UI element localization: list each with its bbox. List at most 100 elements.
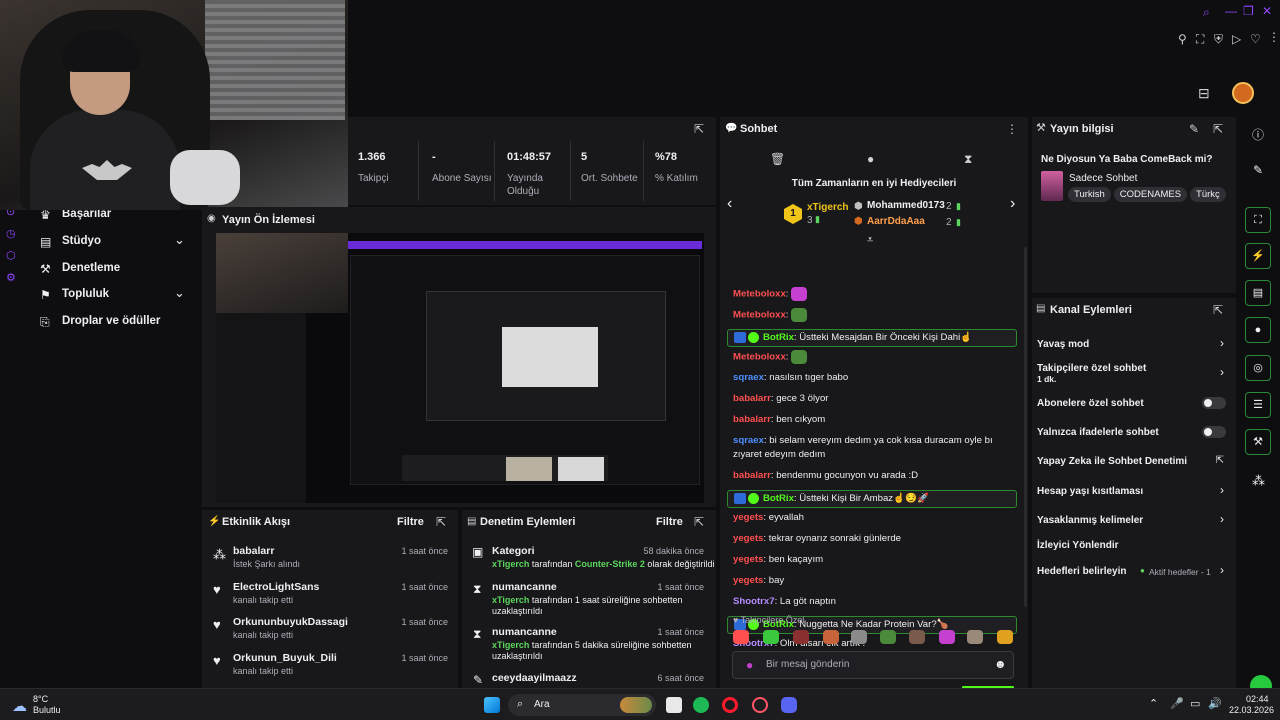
volume-icon[interactable]: 🔊: [1208, 697, 1222, 710]
chat-username[interactable]: babalarr: [733, 470, 771, 481]
chat-username[interactable]: yegets: [733, 575, 763, 586]
emote-icon[interactable]: [823, 630, 839, 644]
tag[interactable]: CODENAMES: [1113, 187, 1188, 202]
more-icon[interactable]: ⋮: [1006, 123, 1018, 135]
tag[interactable]: Türkç: [1190, 187, 1226, 202]
emote-icon[interactable]: [733, 630, 749, 644]
nav-denetleme[interactable]: Denetleme: [62, 262, 120, 274]
rail-puzzle-icon[interactable]: ⬡: [6, 249, 20, 262]
chat-message[interactable]: babalarr: bendenmu gocunyon vu arada :D: [733, 469, 1018, 483]
emote-icon[interactable]: [793, 630, 809, 644]
play-icon[interactable]: ▷: [1232, 33, 1241, 45]
opera-gx-icon[interactable]: [752, 697, 768, 713]
emote-icon[interactable]: [851, 630, 867, 644]
chat-username[interactable]: BotRix: [763, 332, 794, 343]
chevron-down-icon[interactable]: ⌄: [174, 232, 185, 248]
filter-button[interactable]: Filtre: [397, 516, 424, 528]
rail-list-button[interactable]: ☰: [1245, 392, 1271, 418]
mic-icon[interactable]: 🎤: [1170, 697, 1184, 710]
gifter-name[interactable]: AarrDdaAaa: [867, 216, 925, 227]
rail-clock-icon[interactable]: ◷: [6, 227, 20, 240]
chat-username[interactable]: babalarr: [733, 414, 771, 425]
nav-topluluk[interactable]: Topluluk: [62, 288, 109, 300]
bot-message[interactable]: BotRix: Üstteki Mesajdan Bir Önceki Kişi…: [727, 329, 1017, 347]
chat-message[interactable]: Meteboloxx:: [733, 308, 1018, 323]
chat-message[interactable]: babalarr: gece 3 ölyor: [733, 392, 1018, 406]
bot-message[interactable]: BotRix: Üstteki Kişi Bir Ambaz☝️😏🚀: [727, 490, 1017, 508]
chevron-right-icon[interactable]: ›: [1010, 195, 1015, 213]
list-item[interactable]: ceeydaayilmaazz 6 saat önce: [492, 672, 714, 684]
weather-desc[interactable]: Bulutlu: [33, 705, 61, 715]
emote-icon[interactable]: [997, 630, 1013, 644]
chat-username[interactable]: yegets: [733, 554, 763, 565]
popout-icon[interactable]: ⇱: [1213, 123, 1223, 135]
chat-message[interactable]: yegets: bay: [733, 574, 1018, 588]
category-name[interactable]: Sadece Sohbet: [1069, 173, 1137, 184]
chat-username[interactable]: Shootrx7: [733, 596, 775, 607]
chat-username[interactable]: yegets: [733, 533, 763, 544]
clock-time[interactable]: 02:44: [1246, 694, 1269, 704]
chevron-down-icon[interactable]: ⌄: [174, 285, 185, 301]
nav-studyo[interactable]: Stüdyo: [62, 235, 101, 247]
popout-icon[interactable]: ⇱: [694, 516, 704, 528]
chat-message[interactable]: sqraex: nasılsın tıger babo: [733, 371, 1018, 385]
chat-username[interactable]: Meteboloxx: [733, 289, 786, 300]
list-item[interactable]: OrkununbuyukDassagi kanalı takip etti 1 …: [233, 616, 458, 640]
rail-log-button[interactable]: ▤: [1245, 280, 1271, 306]
popout-icon[interactable]: ⇱: [436, 516, 446, 528]
heart-icon[interactable]: ♡: [1250, 33, 1261, 45]
chat-message[interactable]: yegets: eyvallah: [733, 511, 1018, 525]
drop-icon[interactable]: ⊟: [1198, 86, 1210, 100]
chat-message[interactable]: babalarr: ben cıkyom: [733, 413, 1018, 427]
list-item[interactable]: ElectroLightSans kanalı takip etti 1 saa…: [233, 581, 458, 605]
emote-icon[interactable]: [909, 630, 925, 644]
chat-username[interactable]: yegets: [733, 512, 763, 523]
rail-chat-button[interactable]: ●: [1245, 317, 1271, 343]
clock-date[interactable]: 22.03.2026: [1229, 705, 1274, 715]
hourglass-icon[interactable]: ⧗: [964, 153, 972, 165]
filter-button[interactable]: Filtre: [656, 516, 683, 528]
avatar[interactable]: [1232, 82, 1254, 104]
list-item[interactable]: babalarr İstek Şarkı alındı 1 saat önce: [233, 545, 458, 569]
chat-message[interactable]: sqraex: bi selam vereyım dedım ya cok kı…: [733, 434, 1018, 462]
mic-icon[interactable]: ●: [746, 658, 753, 672]
opera-icon[interactable]: [722, 697, 738, 713]
more-icon[interactable]: ⋮: [1268, 31, 1280, 43]
preview-video[interactable]: [216, 233, 704, 503]
info-icon[interactable]: ⓘ: [1252, 126, 1264, 143]
shield-icon[interactable]: ⛨: [1214, 33, 1223, 45]
list-item[interactable]: numancanne xTigerch tarafından 5 dakika …: [492, 626, 714, 662]
start-icon[interactable]: [484, 697, 500, 713]
gifter-name[interactable]: Mohammed0173: [867, 200, 945, 211]
rail-wrench-button[interactable]: ⚒: [1245, 429, 1271, 455]
list-item[interactable]: Orkunun_Buyuk_Dili kanalı takip etti 1 s…: [233, 652, 458, 676]
rail-gear-icon[interactable]: ⚙: [6, 271, 20, 284]
restore-icon[interactable]: ❐: [1243, 5, 1254, 17]
clip-icon[interactable]: ⛶: [1196, 33, 1204, 45]
chat-message[interactable]: yegets: ben kaçayım: [733, 553, 1018, 567]
weather-temp[interactable]: 8°C: [33, 694, 48, 704]
gifter-name[interactable]: xTigerch: [807, 202, 849, 213]
rail-camera-button[interactable]: ⛶: [1245, 207, 1271, 233]
chat-message[interactable]: yegets: tekrar oynarız sonraki günlerde: [733, 532, 1018, 546]
chat-username[interactable]: BotRix: [763, 493, 794, 504]
chevron-up-icon[interactable]: ⌃: [1149, 697, 1158, 710]
emoji-icon[interactable]: ☻: [994, 657, 1007, 671]
minimize-icon[interactable]: —: [1225, 5, 1237, 17]
chat-username[interactable]: Meteboloxx: [733, 352, 786, 363]
file-explorer-icon[interactable]: [666, 697, 682, 713]
list-item[interactable]: numancanne xTigerch tarafından 1 saat sü…: [492, 581, 714, 617]
chat-username[interactable]: sqraex: [733, 372, 764, 383]
users-icon[interactable]: ⁂: [1252, 473, 1265, 489]
display-icon[interactable]: ▭: [1190, 697, 1200, 710]
list-item[interactable]: Kategori xTigerch tarafından Counter-Str…: [492, 545, 714, 569]
popout-icon[interactable]: ⇱: [694, 123, 704, 135]
chat-message[interactable]: Shootrx7: La göt naptın: [733, 595, 1018, 609]
spotify-icon[interactable]: [693, 697, 709, 713]
chat-username[interactable]: babalarr: [733, 393, 771, 404]
chat-input[interactable]: ● Bir mesaj gönderin ☻: [732, 651, 1014, 679]
rail-bolt-button[interactable]: ⚡: [1245, 243, 1271, 269]
pencil-icon[interactable]: ✎: [1253, 163, 1263, 177]
chevron-left-icon[interactable]: ‹: [727, 195, 732, 213]
scrollbar[interactable]: [1024, 247, 1027, 607]
